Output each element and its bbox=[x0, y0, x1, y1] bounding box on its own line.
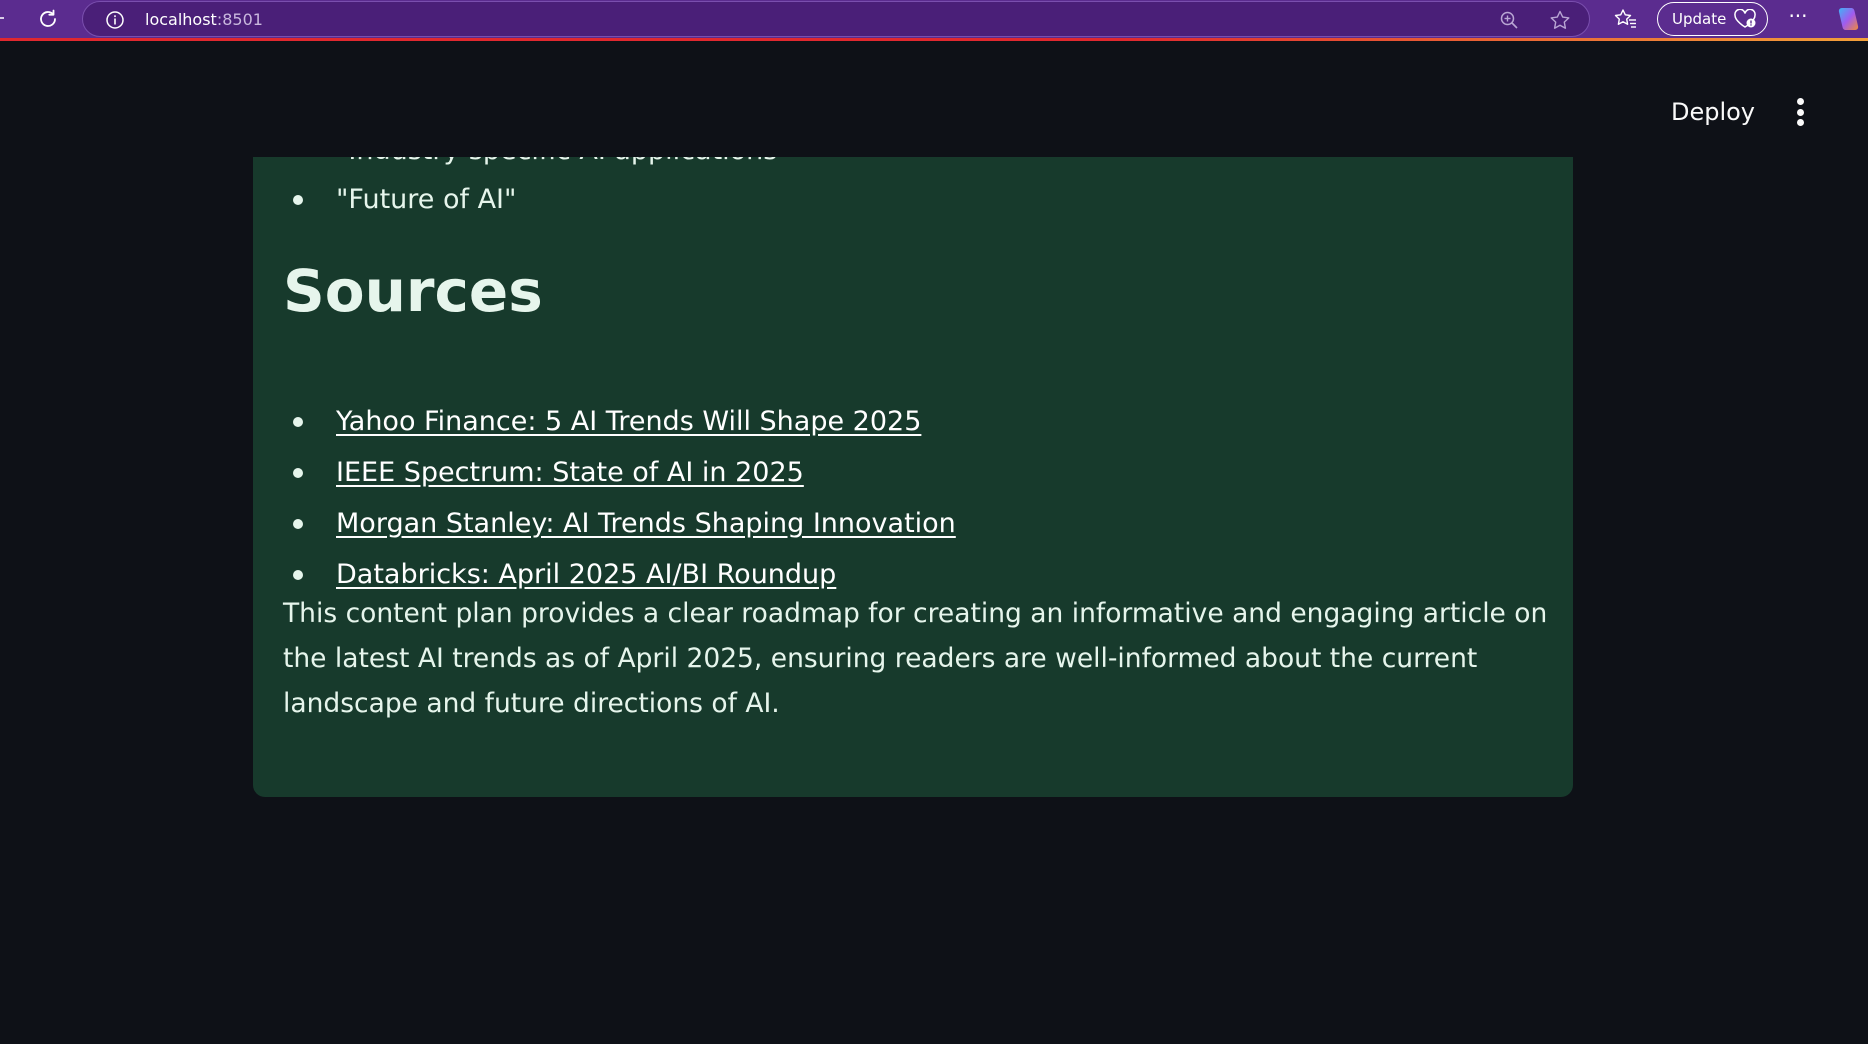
zoom-icon[interactable] bbox=[1499, 10, 1519, 30]
url-host: localhost bbox=[145, 10, 217, 29]
list-item-text: "Industry-specific AI applications" bbox=[336, 157, 790, 171]
url-port: :8501 bbox=[216, 10, 263, 29]
deploy-button[interactable]: Deploy bbox=[1658, 92, 1768, 132]
update-label: Update bbox=[1672, 10, 1727, 28]
list-item-text: "Future of AI" bbox=[336, 184, 517, 215]
menu-dot bbox=[1796, 98, 1804, 105]
main-content[interactable]: "Industry-specific AI applications" "Fut… bbox=[0, 157, 1868, 1044]
bullet-dot bbox=[293, 417, 303, 427]
bookmark-star-icon[interactable] bbox=[1549, 10, 1571, 30]
bullet-dot bbox=[293, 195, 303, 205]
page-load-accent-line bbox=[0, 38, 1868, 47]
menu-dot bbox=[1796, 108, 1804, 116]
reload-button[interactable] bbox=[34, 6, 62, 32]
back-arrow-icon[interactable] bbox=[0, 17, 4, 19]
address-bar[interactable]: localhost:8501 bbox=[82, 1, 1590, 37]
bullet-dot bbox=[293, 570, 303, 580]
favorites-icon[interactable] bbox=[1614, 8, 1638, 30]
closing-paragraph: This content plan provides a clear roadm… bbox=[283, 598, 1548, 719]
update-button[interactable]: Update bbox=[1657, 2, 1768, 36]
source-link-yahoo-finance[interactable]: Yahoo Finance: 5 AI Trends Will Shape 20… bbox=[336, 402, 921, 442]
content-card: "Industry-specific AI applications" "Fut… bbox=[253, 157, 1573, 797]
menu-dot bbox=[1796, 119, 1804, 126]
source-link-morgan-stanley[interactable]: Morgan Stanley: AI Trends Shaping Innova… bbox=[336, 504, 956, 544]
more-options-button[interactable]: ··· bbox=[1786, 6, 1810, 30]
reload-icon bbox=[40, 9, 56, 27]
sources-heading: Sources bbox=[283, 257, 543, 325]
copilot-icon[interactable] bbox=[1834, 6, 1862, 32]
url-text: localhost:8501 bbox=[145, 10, 263, 30]
main-menu-button[interactable] bbox=[1790, 94, 1810, 130]
browser-toolbar: localhost:8501 Update ··· bbox=[0, 0, 1868, 38]
bullet-dot bbox=[293, 468, 303, 478]
source-link-ieee-spectrum[interactable]: IEEE Spectrum: State of AI in 2025 bbox=[336, 453, 804, 493]
heart-update-icon bbox=[1734, 9, 1756, 28]
site-info-icon[interactable] bbox=[105, 10, 125, 30]
source-link-databricks[interactable]: Databricks: April 2025 AI/BI Roundup bbox=[336, 555, 836, 595]
bullet-dot bbox=[293, 519, 303, 529]
